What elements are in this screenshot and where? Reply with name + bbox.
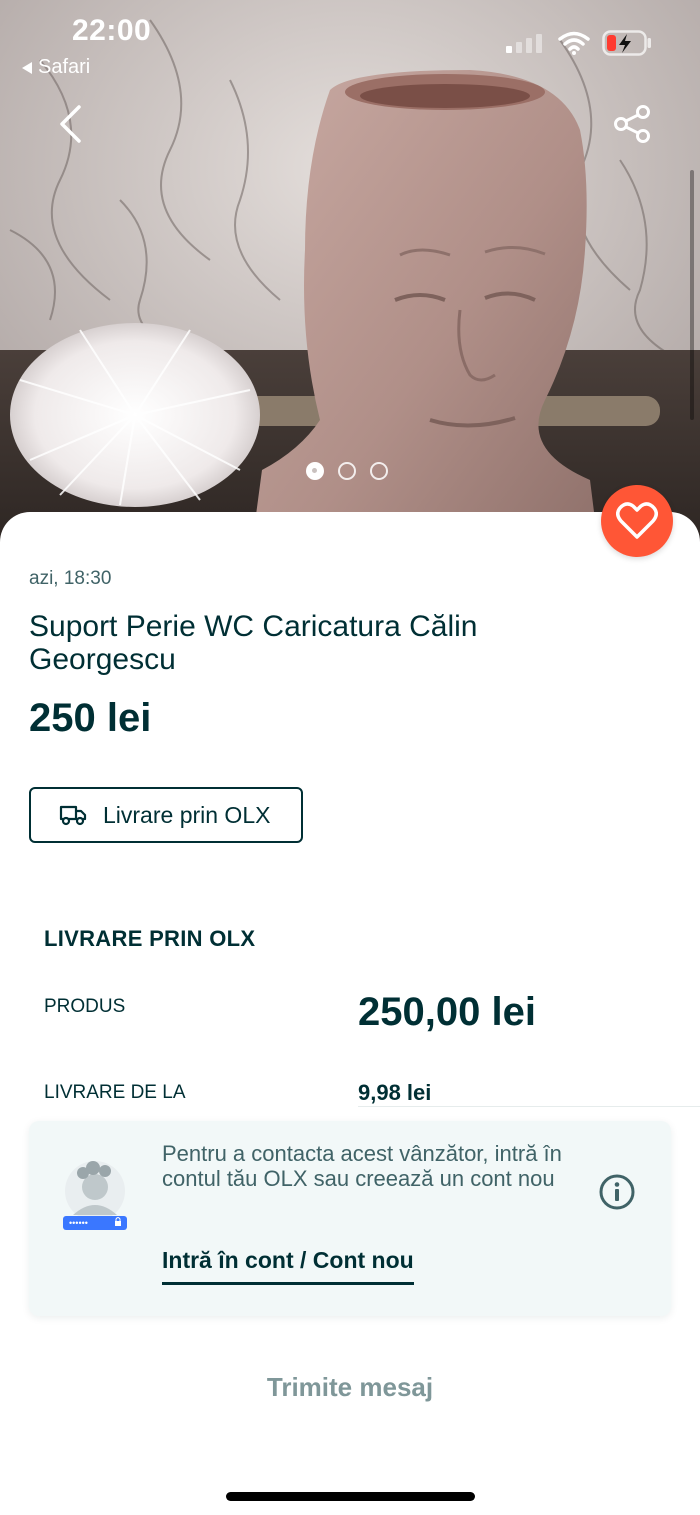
signal-icon bbox=[506, 34, 542, 53]
pagination-dot[interactable] bbox=[338, 462, 356, 480]
share-icon bbox=[614, 105, 650, 143]
favorite-button[interactable] bbox=[601, 485, 673, 557]
back-app-label: Safari bbox=[38, 56, 91, 78]
divider bbox=[358, 1106, 700, 1107]
info-icon[interactable] bbox=[598, 1173, 636, 1211]
posted-date: azi, 18:30 bbox=[29, 568, 112, 589]
delivery-button-label: Livrare prin OLX bbox=[103, 801, 271, 828]
olx-delivery-button[interactable]: Livrare prin OLX bbox=[29, 787, 303, 843]
status-time: 22:00 bbox=[72, 14, 152, 47]
password-dots: •••••• bbox=[69, 1218, 88, 1228]
back-to-app-link[interactable]: Safari bbox=[22, 56, 90, 79]
heart-icon bbox=[616, 502, 658, 539]
product-value: 250,00 lei bbox=[358, 990, 536, 1034]
battery-charging-icon bbox=[602, 30, 651, 56]
listing-title: Suport Perie WC Caricatura Călin Georges… bbox=[29, 610, 478, 676]
scroll-indicator bbox=[690, 170, 694, 420]
share-button[interactable] bbox=[608, 100, 656, 148]
pagination-dot-active[interactable] bbox=[306, 462, 324, 480]
shipping-label: LIVRARE DE LA bbox=[44, 1082, 186, 1103]
product-label: PRODUS bbox=[44, 996, 126, 1017]
login-prompt-card: •••••• Pentru a contacta acest vânzător,… bbox=[29, 1121, 671, 1316]
user-avatar-icon: •••••• bbox=[63, 1161, 127, 1230]
status-icons bbox=[506, 30, 652, 56]
back-button[interactable] bbox=[46, 100, 94, 148]
product-photo-gallery[interactable]: 22:00 Safari bbox=[0, 0, 700, 560]
delivery-section-title: LIVRARE PRIN OLX bbox=[44, 926, 256, 951]
home-indicator[interactable] bbox=[226, 1492, 475, 1501]
login-link[interactable]: Intră în cont / Cont nou bbox=[162, 1247, 414, 1285]
shipping-value: 9,98 lei bbox=[358, 1080, 432, 1105]
wifi-icon bbox=[558, 31, 590, 55]
gallery-pagination[interactable] bbox=[306, 462, 388, 480]
chevron-left-icon bbox=[60, 105, 81, 143]
login-prompt-text: Pentru a contacta acest vânzător, intră … bbox=[162, 1141, 562, 1191]
send-message-button[interactable]: Trimite mesaj bbox=[0, 1372, 700, 1403]
pagination-dot[interactable] bbox=[370, 462, 388, 480]
back-triangle-icon bbox=[22, 61, 32, 74]
delivery-truck-icon bbox=[59, 805, 87, 826]
listing-price: 250 lei bbox=[29, 696, 152, 740]
